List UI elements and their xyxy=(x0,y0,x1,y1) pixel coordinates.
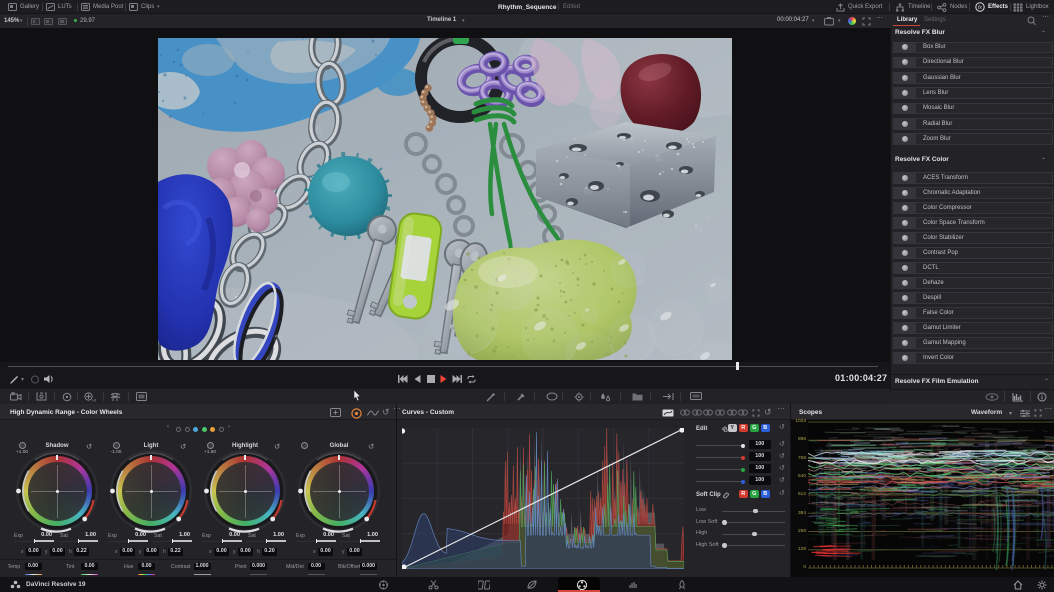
svg-text:fx: fx xyxy=(978,5,982,11)
svg-text:HDR: HDR xyxy=(92,398,96,403)
